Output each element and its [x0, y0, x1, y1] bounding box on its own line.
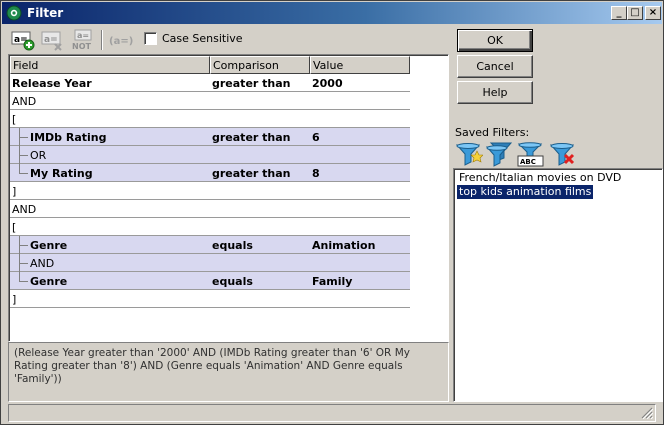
- maximize-icon: □: [630, 7, 640, 18]
- close-button[interactable]: ×: [645, 6, 661, 20]
- tree-line: [19, 281, 28, 282]
- minimize-icon: _: [616, 7, 622, 18]
- grid-cell-field: AND: [12, 203, 37, 216]
- tree-line: [19, 155, 28, 156]
- grid-row[interactable]: [: [10, 218, 410, 236]
- svg-text:(a=): (a=): [109, 36, 133, 47]
- app-icon: [6, 5, 22, 21]
- saved-filter-item-selected[interactable]: top kids animation films: [457, 185, 594, 199]
- grid-row[interactable]: IMDb Rating greater than 6: [10, 128, 410, 146]
- tree-line: [19, 272, 20, 281]
- maximize-button[interactable]: □: [627, 6, 643, 20]
- grid-row[interactable]: Genre equals Animation: [10, 236, 410, 254]
- not-condition-button[interactable]: a= NOT: [69, 29, 97, 51]
- grid-cell-value: 6: [312, 131, 320, 144]
- grid-cell-field: Genre: [30, 275, 68, 288]
- tree-line: [19, 263, 28, 264]
- title-bar[interactable]: Filter _ □ ×: [2, 2, 662, 24]
- grid-cell-comparison: greater than: [212, 77, 291, 90]
- grid-row[interactable]: AND: [10, 92, 410, 110]
- grid-cell-field: My Rating: [30, 167, 93, 180]
- remove-condition-button[interactable]: a=: [39, 29, 67, 51]
- grid-row[interactable]: Release Year greater than 2000: [10, 74, 410, 92]
- grid-cell-field: Release Year: [12, 77, 92, 90]
- grid-cell-field: ]: [12, 185, 17, 198]
- grid-row[interactable]: [: [10, 110, 410, 128]
- copy-saved-filter-button[interactable]: [485, 141, 513, 167]
- grid-row[interactable]: AND: [10, 200, 410, 218]
- grid-cell-comparison: equals: [212, 275, 253, 288]
- svg-text:ABC: ABC: [520, 158, 536, 166]
- grid-cell-value: 2000: [312, 77, 343, 90]
- filter-description: (Release Year greater than '2000' AND (I…: [8, 342, 449, 402]
- grid-cell-comparison: equals: [212, 239, 253, 252]
- grid-cell-field: IMDb Rating: [30, 131, 107, 144]
- grid-cell-value: Animation: [312, 239, 376, 252]
- cancel-button[interactable]: Cancel: [457, 55, 533, 78]
- column-header-value[interactable]: Value: [310, 56, 410, 74]
- tree-line: [19, 245, 28, 246]
- rename-saved-filter-button[interactable]: ABC: [517, 141, 545, 167]
- grid-cell-field: [: [12, 113, 17, 126]
- grid-cell-field: [: [12, 221, 17, 234]
- grid-cell-field: AND: [30, 257, 55, 270]
- new-saved-filter-button[interactable]: [455, 141, 484, 167]
- add-condition-icon: a=: [11, 31, 35, 51]
- grid-cell-comparison: greater than: [212, 131, 291, 144]
- ok-button[interactable]: OK: [457, 29, 533, 52]
- column-header-field[interactable]: Field: [10, 56, 210, 74]
- grid-row[interactable]: Genre equals Family: [10, 272, 410, 290]
- grid-cell-value: 8: [312, 167, 320, 180]
- window-title: Filter: [27, 6, 64, 20]
- column-header-comparison[interactable]: Comparison: [210, 56, 310, 74]
- tree-line: [19, 173, 28, 174]
- grid-row[interactable]: ]: [10, 290, 410, 308]
- copy-filter-icon: [485, 142, 513, 167]
- svg-text:a=: a=: [77, 31, 89, 40]
- resize-grip-icon[interactable]: [641, 407, 653, 419]
- remove-condition-icon: a=: [41, 31, 62, 51]
- saved-filters-label: Saved Filters:: [455, 126, 530, 139]
- grid-header: Field Comparison Value: [10, 56, 410, 74]
- status-bar: [8, 404, 656, 422]
- group-condition-button[interactable]: (a=): [107, 29, 135, 51]
- filter-window: Filter _ □ × a= a= a= NOT (a=) Case Sens…: [0, 0, 664, 425]
- case-sensitive-label: Case Sensitive: [162, 32, 243, 45]
- add-condition-button[interactable]: a=: [9, 29, 37, 51]
- grid-cell-field: ]: [12, 293, 17, 306]
- grid-cell-field: Genre: [30, 239, 68, 252]
- rename-filter-icon: ABC: [517, 142, 544, 167]
- grid-row[interactable]: AND: [10, 254, 410, 272]
- grid-cell-field: OR: [30, 149, 47, 162]
- saved-filter-item[interactable]: French/Italian movies on DVD: [457, 171, 623, 185]
- not-condition-icon: a= NOT: [72, 29, 92, 51]
- group-condition-icon: (a=): [109, 36, 133, 47]
- help-button[interactable]: Help: [457, 81, 533, 104]
- tree-line: [19, 137, 28, 138]
- filter-grid[interactable]: Field Comparison Value Release Year great…: [8, 54, 449, 342]
- close-icon: ×: [648, 7, 658, 18]
- delete-saved-filter-button[interactable]: [549, 141, 577, 167]
- saved-filters-list[interactable]: French/Italian movies on DVD top kids an…: [453, 168, 663, 402]
- grid-row[interactable]: ]: [10, 182, 410, 200]
- delete-filter-icon: [549, 143, 575, 166]
- grid-row[interactable]: My Rating greater than 8: [10, 164, 410, 182]
- minimize-button[interactable]: _: [611, 6, 627, 20]
- case-sensitive-checkbox[interactable]: [144, 32, 157, 45]
- new-filter-icon: [455, 143, 484, 166]
- grid-cell-comparison: greater than: [212, 167, 291, 180]
- grid-cell-field: AND: [12, 95, 37, 108]
- grid-cell-value: Family: [312, 275, 353, 288]
- tree-line: [19, 164, 20, 173]
- grid-row[interactable]: OR: [10, 146, 410, 164]
- toolbar-separator: [101, 30, 103, 50]
- svg-text:NOT: NOT: [72, 42, 91, 51]
